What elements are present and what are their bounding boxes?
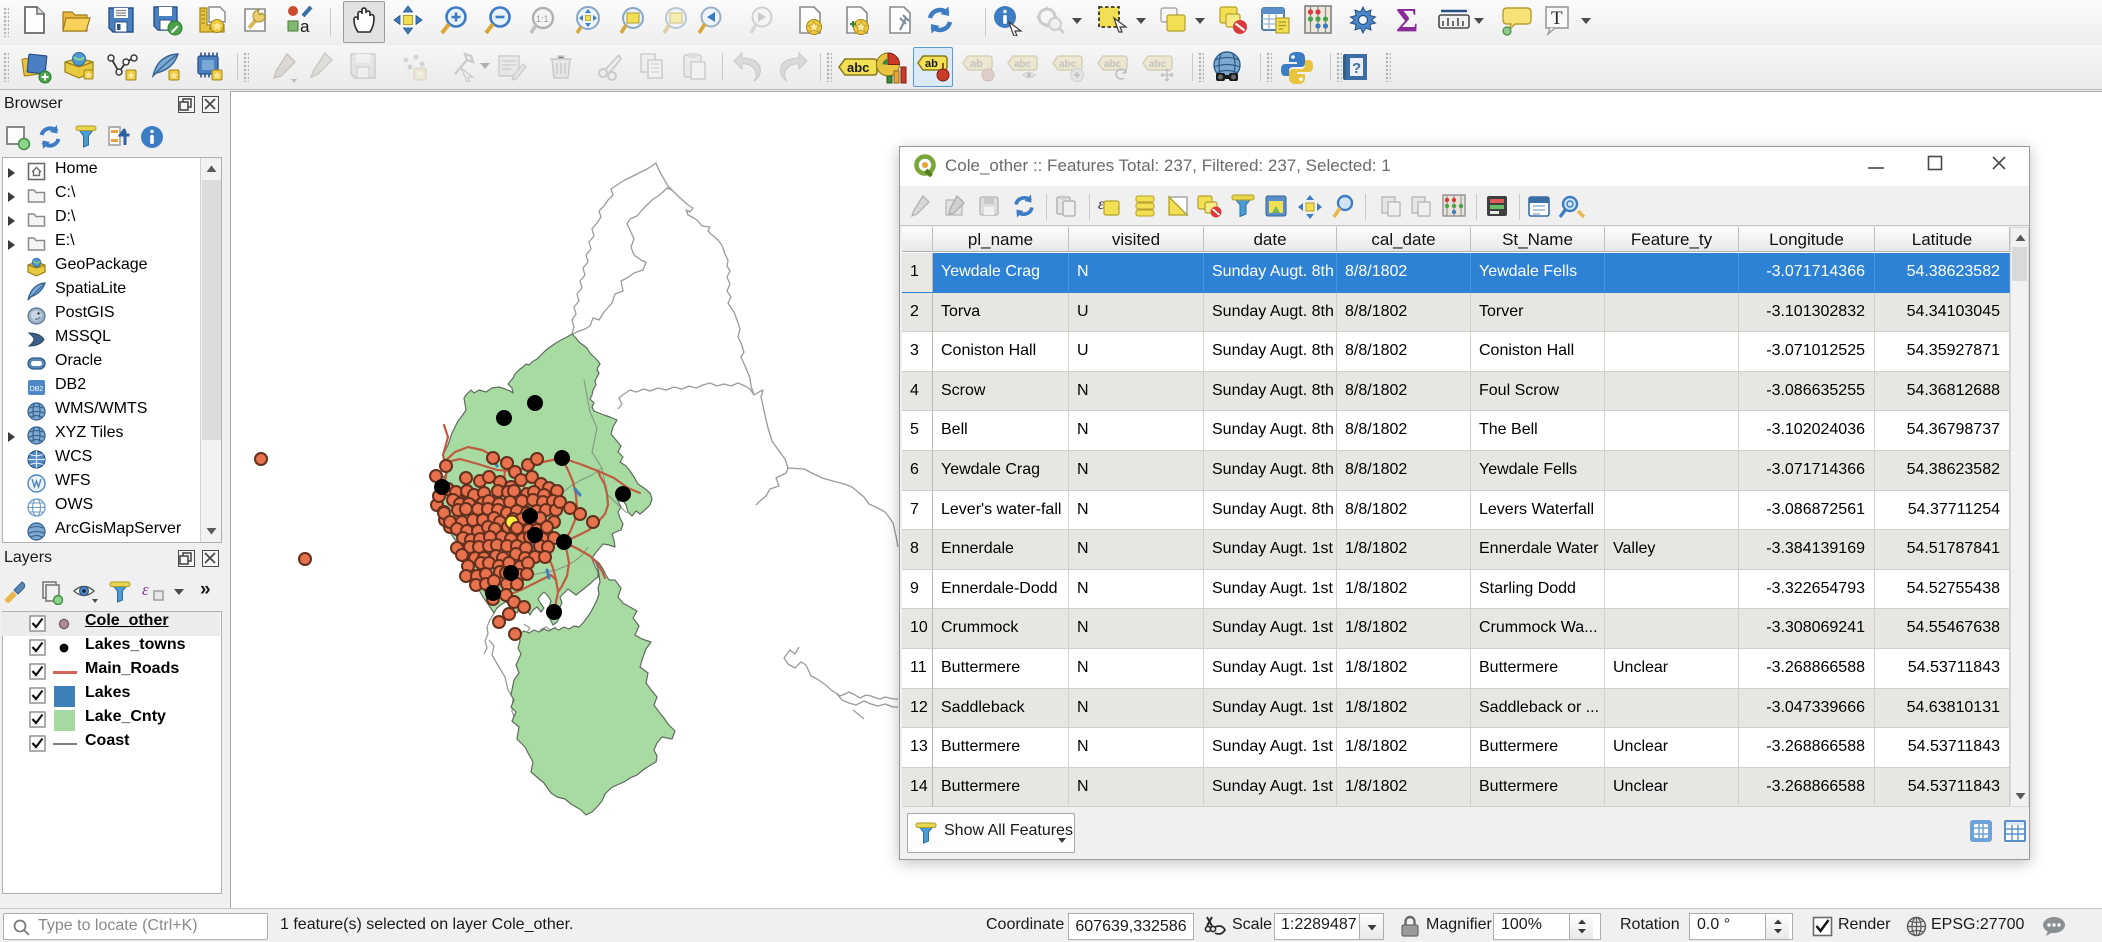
svg-text:T: T bbox=[1551, 8, 1563, 29]
svg-text:DB2: DB2 bbox=[30, 386, 44, 393]
svg-text:?: ? bbox=[1352, 60, 1361, 77]
svg-text:1:1: 1:1 bbox=[536, 14, 549, 24]
svg-text:ab: ab bbox=[970, 58, 983, 70]
svg-text:ε: ε bbox=[142, 580, 149, 599]
svg-text:ε: ε bbox=[1098, 196, 1105, 213]
svg-text:abc: abc bbox=[1059, 59, 1077, 70]
svg-text:abc: abc bbox=[847, 60, 869, 75]
svg-text:ab: ab bbox=[925, 58, 938, 70]
svg-text:abc: abc bbox=[1149, 59, 1167, 70]
svg-text:abc: abc bbox=[1104, 59, 1122, 70]
svg-text:a: a bbox=[300, 17, 310, 36]
svg-text:abc: abc bbox=[1014, 59, 1032, 70]
